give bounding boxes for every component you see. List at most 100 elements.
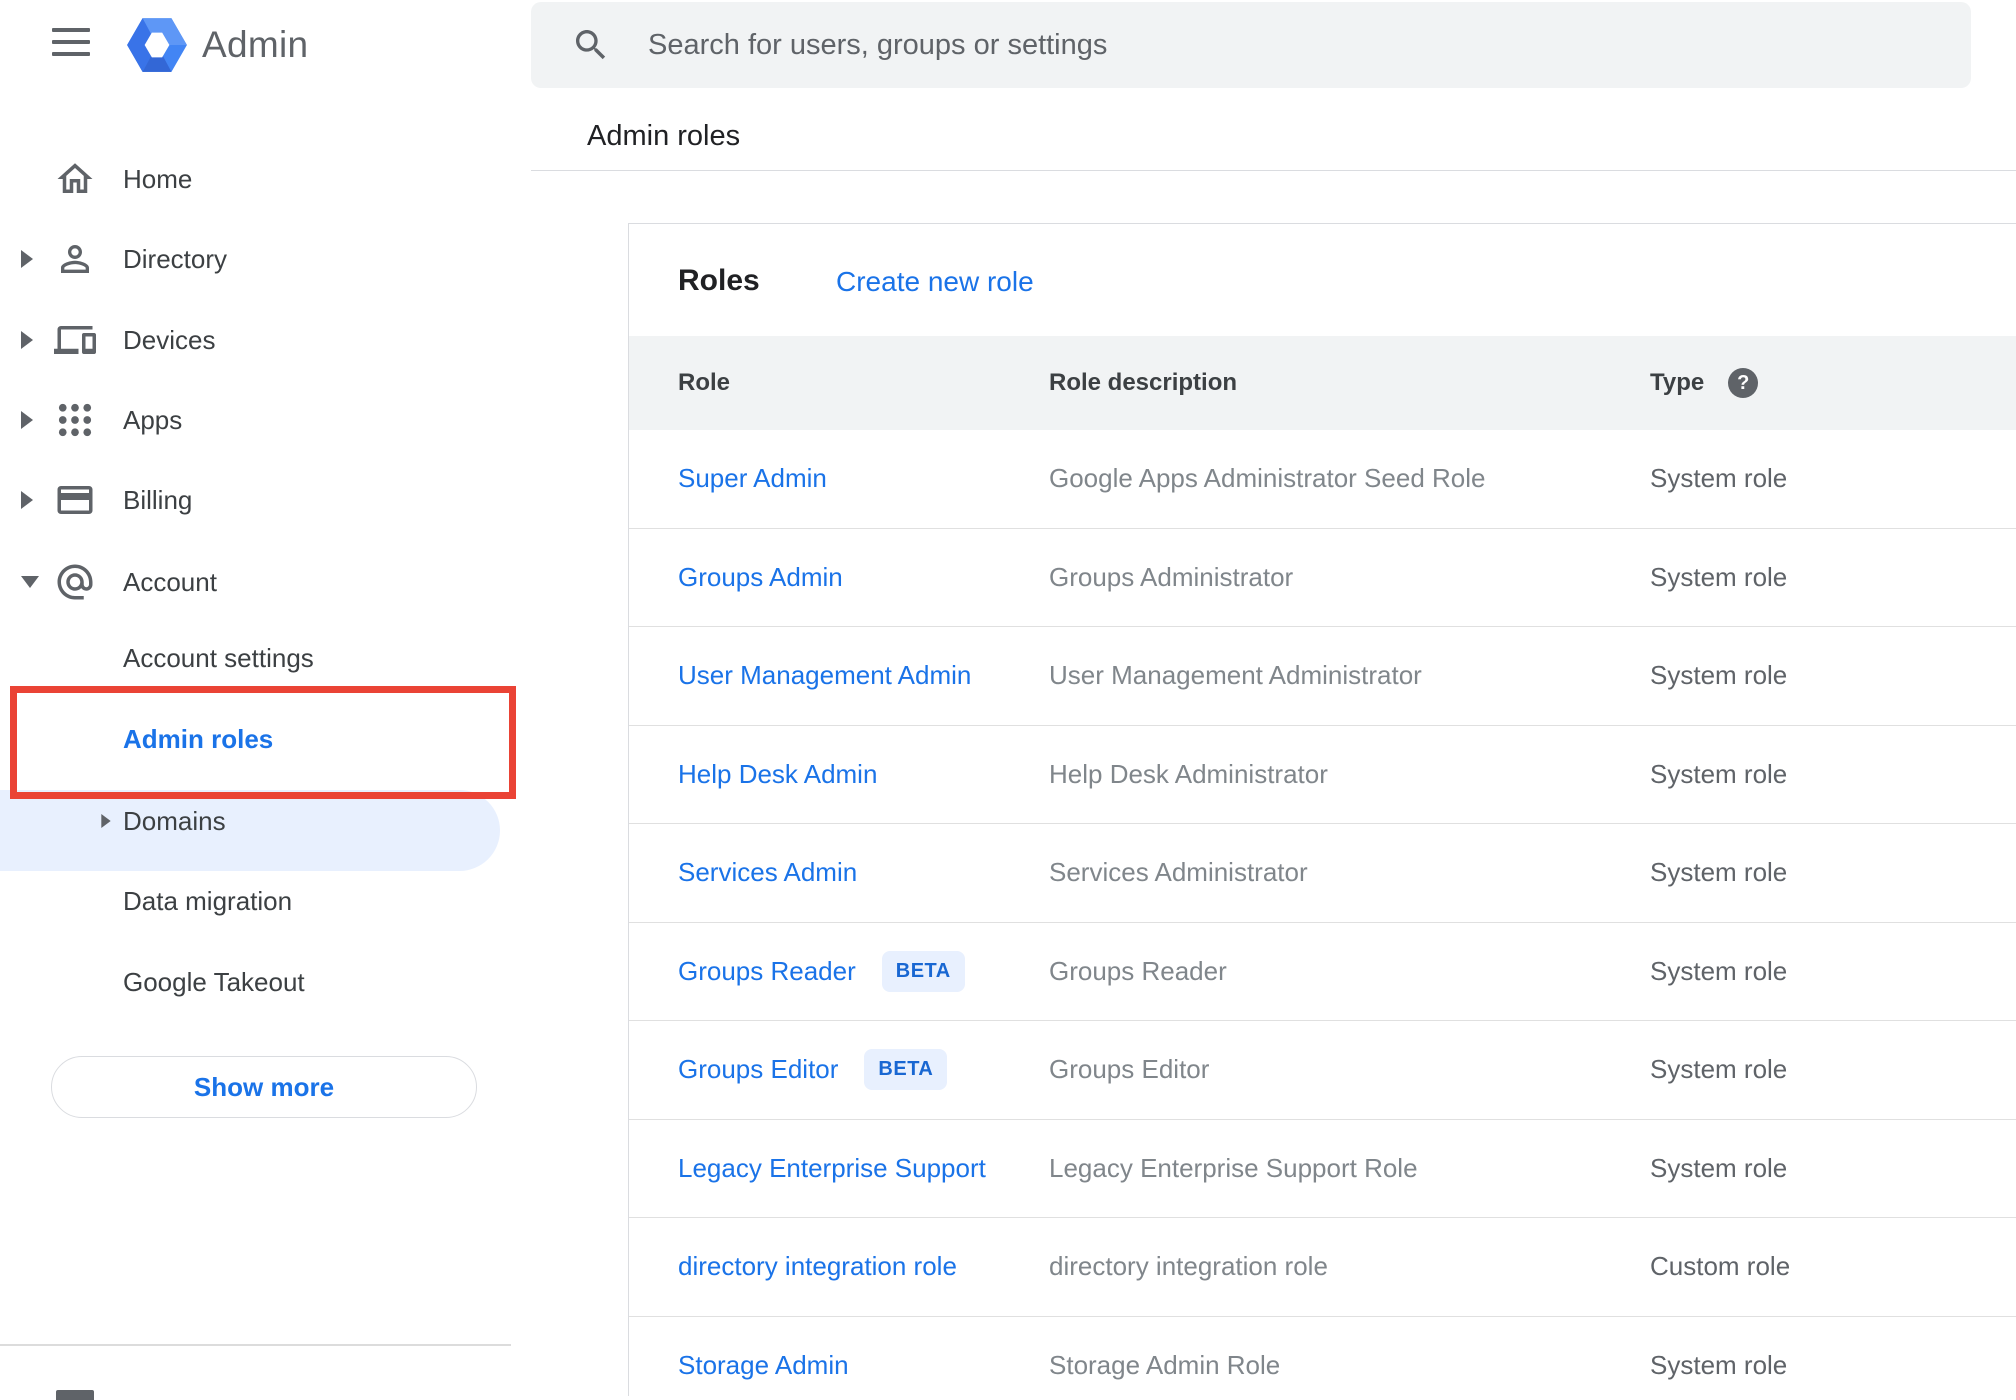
roles-panel: Roles Create new role Role Role descript… [628, 223, 2016, 1396]
role-link[interactable]: Help Desk Admin [678, 759, 877, 790]
sidebar-item-directory[interactable]: Directory [0, 219, 531, 299]
sidebar-item-label: Account settings [123, 642, 314, 673]
role-link[interactable]: Legacy Enterprise Support [678, 1153, 986, 1184]
role-description: directory integration role [1049, 1251, 1328, 1282]
sidebar-item-label: Billing [123, 484, 193, 515]
sidebar-item-domains[interactable]: Domains [0, 781, 531, 861]
beta-badge: BETA [881, 950, 965, 992]
credit-card-icon [57, 486, 93, 514]
sidebar-item-label: Domains [123, 805, 226, 836]
sidebar-item-label: Home [123, 163, 193, 194]
sidebar-item-label: Admin roles [123, 723, 274, 754]
breadcrumb: Admin roles [587, 120, 741, 152]
help-icon[interactable]: ? [1728, 368, 1759, 398]
search-icon [576, 30, 606, 60]
table-header-row: Role Role description Type ? [629, 336, 2016, 430]
role-description: Help Desk Administrator [1049, 758, 1328, 789]
role-description: Groups Reader [1049, 955, 1227, 986]
sidebar-item-devices[interactable]: Devices [0, 300, 531, 380]
show-more-button[interactable]: Show more [51, 1056, 477, 1118]
table-row: Legacy Enterprise Support Legacy Enterpr… [629, 1120, 2016, 1218]
sidebar-item-account[interactable]: Account [0, 542, 531, 622]
role-description: Google Apps Administrator Seed Role [1049, 463, 1486, 494]
role-description: Legacy Enterprise Support Role [1049, 1152, 1418, 1183]
role-type: System role [1650, 758, 1788, 789]
devices-icon [54, 326, 96, 354]
role-type: System role [1650, 857, 1788, 888]
role-link[interactable]: Groups Admin [678, 562, 843, 593]
table-row: Super Admin Google Apps Administrator Se… [629, 430, 2016, 529]
sidebar-item-account-settings[interactable]: Account settings [0, 618, 531, 698]
role-type: Custom role [1650, 1251, 1791, 1282]
chevron-right-icon [21, 411, 33, 429]
role-type: System role [1650, 660, 1788, 691]
roles-panel-header: Roles Create new role [629, 224, 2016, 336]
column-header-type: Type ? [1650, 336, 1759, 430]
beta-badge: BETA [864, 1049, 948, 1091]
clipped-sidebar-icon [56, 1390, 94, 1400]
panel-title: Roles [678, 264, 760, 297]
sidebar-item-label: Account [123, 566, 217, 597]
sidebar-item-label: Data migration [123, 885, 293, 916]
column-header-role: Role [678, 369, 731, 396]
menu-icon[interactable] [52, 28, 90, 58]
role-link[interactable]: Groups Editor [678, 1054, 838, 1085]
chevron-right-icon [101, 813, 111, 829]
sidebar-item-apps[interactable]: Apps [0, 380, 531, 460]
role-type: System role [1650, 1349, 1788, 1380]
table-row: directory integration role directory int… [629, 1218, 2016, 1317]
table-row: Groups Admin Groups Administrator System… [629, 529, 2016, 627]
role-link[interactable]: Super Admin [678, 463, 827, 494]
table-row: Storage Admin Storage Admin Role System … [629, 1317, 2016, 1397]
sidebar-item-data-migration[interactable]: Data migration [0, 861, 531, 941]
table-row: User Management Admin User Management Ad… [629, 627, 2016, 726]
column-header-description: Role description [1049, 369, 1238, 396]
role-type: System role [1650, 1054, 1788, 1085]
app-title: Admin [202, 24, 309, 65]
home-icon [57, 163, 93, 193]
admin-logo-icon [127, 18, 187, 72]
sidebar-divider [0, 1344, 511, 1346]
chevron-right-icon [21, 491, 33, 509]
role-description: User Management Administrator [1049, 660, 1422, 691]
role-type: System role [1650, 463, 1788, 494]
role-description: Groups Editor [1049, 1054, 1210, 1085]
sidebar-item-label: Apps [123, 404, 183, 435]
sidebar-item-admin-roles[interactable]: Admin roles [0, 699, 531, 779]
create-new-role-link[interactable]: Create new role [836, 266, 1034, 298]
sidebar-item-home[interactable]: Home [0, 139, 531, 219]
app-bar: Admin [0, 0, 531, 92]
table-row: Groups Editor BETA Groups Editor System … [629, 1021, 2016, 1120]
chevron-right-icon [21, 250, 33, 268]
table-row: Help Desk Admin Help Desk Administrator … [629, 726, 2016, 824]
role-link[interactable]: Storage Admin [678, 1350, 849, 1381]
search-input[interactable] [648, 2, 1948, 88]
sidebar-item-label: Devices [123, 324, 216, 355]
chevron-right-icon [21, 331, 33, 349]
sidebar-item-label: Google Takeout [123, 966, 305, 997]
role-type: System role [1650, 561, 1788, 592]
at-sign-icon [57, 564, 93, 600]
role-link[interactable]: User Management Admin [678, 660, 971, 691]
sidebar: Home Directory Devices Apps Billing Acco… [0, 92, 531, 1400]
sidebar-item-billing[interactable]: Billing [0, 460, 531, 540]
sidebar-item-google-takeout[interactable]: Google Takeout [0, 942, 531, 1022]
role-type: System role [1650, 955, 1788, 986]
role-type: System role [1650, 1152, 1788, 1183]
role-link[interactable]: directory integration role [678, 1251, 957, 1282]
person-icon [61, 245, 89, 273]
role-description: Services Administrator [1049, 857, 1308, 888]
search-bar [531, 2, 1971, 88]
table-row: Groups Reader BETA Groups Reader System … [629, 923, 2016, 1021]
table-row: Services Admin Services Administrator Sy… [629, 824, 2016, 923]
role-description: Storage Admin Role [1049, 1349, 1281, 1380]
header-divider [531, 170, 2016, 171]
column-header-type-label: Type [1650, 369, 1705, 396]
chevron-down-icon [21, 576, 39, 588]
role-link[interactable]: Groups Reader [678, 956, 856, 987]
sidebar-item-label: Directory [123, 243, 228, 274]
role-link[interactable]: Services Admin [678, 857, 857, 888]
roles-table-body: Super Admin Google Apps Administrator Se… [629, 430, 2016, 1396]
role-description: Groups Administrator [1049, 561, 1294, 592]
apps-grid-icon [58, 403, 92, 437]
